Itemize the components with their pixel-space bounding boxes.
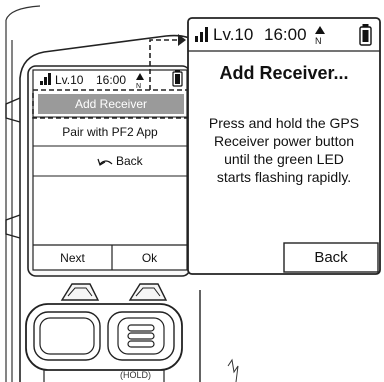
small-level-label: Lv.10 [55,73,84,87]
popup-message-line-1: Press and hold the GPS [208,115,360,131]
popup-level-label: Lv.10 [213,25,254,44]
popup-message-line-3: until the green LED [224,151,344,167]
popup-message-line-2: Receiver power button [213,133,355,149]
popup-back-button[interactable]: Back [284,243,378,272]
menu-item-pair-app[interactable]: Pair with PF2 App [33,118,187,146]
softkey-next[interactable]: Next [33,246,112,270]
popup-title: Add Receiver... [219,63,349,83]
device-diagram: N N Lv.10 16:00 Add Receiver Pair with P… [0,0,384,382]
svg-text:N: N [136,83,141,90]
small-time-label: 16:00 [96,73,127,87]
menu-item-add-receiver[interactable]: Add Receiver [38,94,184,114]
hold-label: (HOLD) [120,370,151,380]
menu-item-back[interactable]: Back [116,147,143,175]
device-outline: N N [5,5,381,382]
popup-message-line-4: starts flashing rapidly. [216,169,352,185]
popup-time-label: 16:00 [264,25,307,44]
svg-text:N: N [315,36,322,46]
softkey-ok[interactable]: Ok [112,246,187,270]
